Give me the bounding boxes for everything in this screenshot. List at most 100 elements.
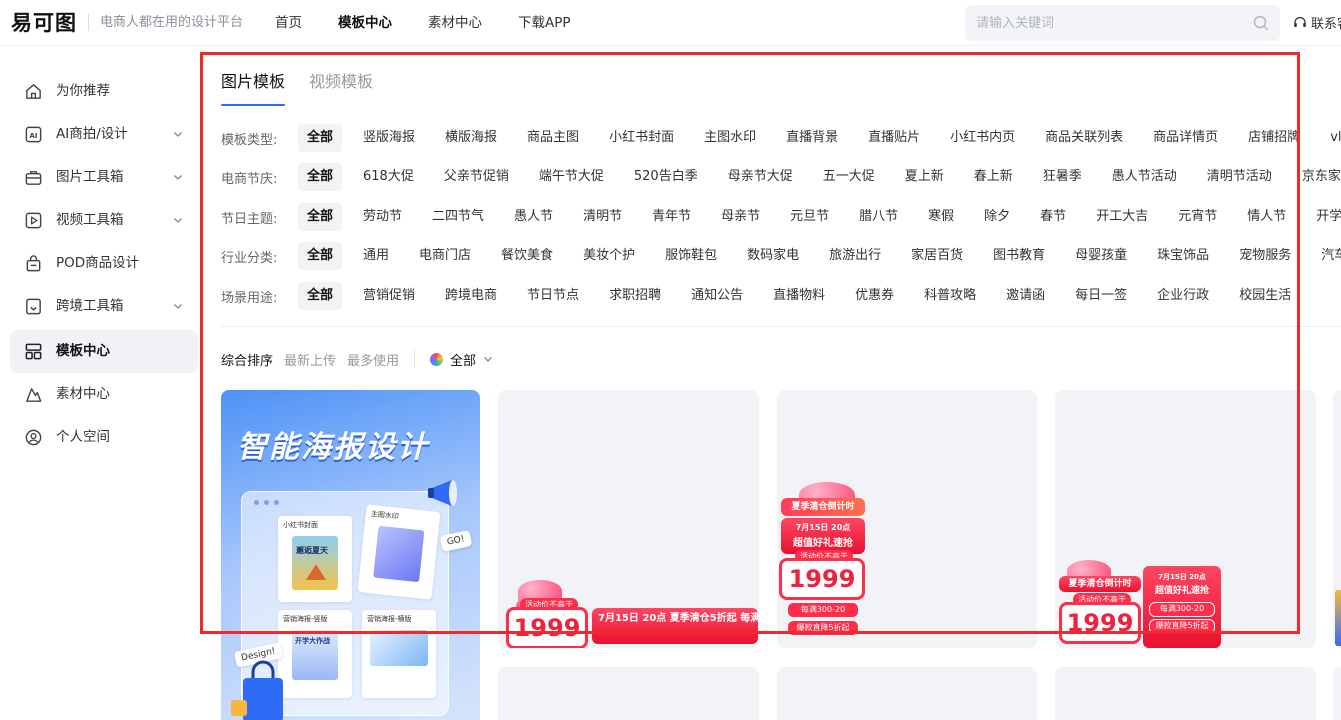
- filter-chip-all[interactable]: 全部: [298, 242, 343, 270]
- sidebar-item-pod-design[interactable]: POD商品设计: [10, 242, 198, 285]
- filter-chip[interactable]: 狂暑季: [1032, 163, 1093, 191]
- filter-chip[interactable]: 愚人节活动: [1101, 163, 1188, 191]
- template-card[interactable]: [1333, 390, 1341, 648]
- filter-chip[interactable]: vlog图片: [1319, 124, 1341, 152]
- filter-chip[interactable]: 通用: [352, 242, 400, 270]
- filter-chip[interactable]: 每日一签: [1064, 282, 1138, 310]
- filter-chip[interactable]: 五一大促: [812, 163, 886, 191]
- filter-chip[interactable]: 父亲节促销: [433, 163, 520, 191]
- template-card-smart-poster[interactable]: 智能海报设计 小红书封面 邂逅夏天 主图水印 营销海报-竖版 开学大作战 营销海…: [221, 390, 480, 720]
- filter-chip[interactable]: 邀请函: [995, 282, 1056, 310]
- contact-service[interactable]: 联系客: [1293, 13, 1341, 32]
- filter-chip[interactable]: 直播贴片: [857, 124, 931, 152]
- filter-chip[interactable]: 优惠券: [844, 282, 905, 310]
- filter-chip[interactable]: 二四节气: [421, 203, 495, 231]
- filter-chip[interactable]: 春上新: [963, 163, 1024, 191]
- filter-chip[interactable]: 通知公告: [680, 282, 754, 310]
- template-card[interactable]: [1055, 667, 1316, 720]
- filter-chip[interactable]: 春节: [1029, 203, 1077, 231]
- template-card[interactable]: [498, 667, 759, 720]
- filter-chip[interactable]: 服饰鞋包: [654, 242, 728, 270]
- filter-chip[interactable]: 愚人节: [503, 203, 564, 231]
- filter-chip[interactable]: 腊八节: [848, 203, 909, 231]
- filter-chip[interactable]: 营销促销: [352, 282, 426, 310]
- template-card[interactable]: [777, 667, 1037, 720]
- filter-chip[interactable]: 元宵节: [1167, 203, 1228, 231]
- filter-chip[interactable]: 跨境电商: [434, 282, 508, 310]
- filter-chip[interactable]: 直播物料: [762, 282, 836, 310]
- template-card[interactable]: 夏季清仓倒计时 活动价不高于 1999 7月15日 20点 超值好礼速抢 每满3…: [1055, 390, 1316, 648]
- filter-chip[interactable]: 科普攻略: [913, 282, 987, 310]
- filter-chip[interactable]: 图书教育: [982, 242, 1056, 270]
- filter-chip[interactable]: 元旦节: [779, 203, 840, 231]
- sidebar-item-recommend[interactable]: 为你推荐: [10, 70, 198, 113]
- filter-chip[interactable]: 校园生活: [1228, 282, 1302, 310]
- filter-chip[interactable]: 主图水印: [693, 124, 767, 152]
- filter-chip[interactable]: 小红书封面: [598, 124, 685, 152]
- filter-chip[interactable]: 母婴孩童: [1064, 242, 1138, 270]
- filter-chip[interactable]: 开学纳新: [1305, 203, 1341, 231]
- filter-chip[interactable]: 美妆个护: [572, 242, 646, 270]
- filter-chip[interactable]: 竖版海报: [352, 124, 426, 152]
- filter-chip[interactable]: 店铺招牌: [1237, 124, 1311, 152]
- filter-chip[interactable]: 企业行政: [1146, 282, 1220, 310]
- nav-template-center[interactable]: 模板中心: [338, 13, 392, 33]
- filter-chip[interactable]: 旅游出行: [818, 242, 892, 270]
- filter-chip[interactable]: 520告白季: [623, 163, 709, 191]
- filter-chip[interactable]: 清明节活动: [1196, 163, 1283, 191]
- search-icon[interactable]: [1253, 15, 1269, 31]
- filter-chip[interactable]: 数码家电: [736, 242, 810, 270]
- sidebar-item-image-toolbox[interactable]: 图片工具箱: [10, 156, 198, 199]
- filter-chip[interactable]: 商品关联列表: [1034, 124, 1134, 152]
- filter-chip[interactable]: 母亲节大促: [717, 163, 804, 191]
- filter-chip[interactable]: 母亲节: [710, 203, 771, 231]
- filter-chip[interactable]: 端午节大促: [528, 163, 615, 191]
- filter-chip[interactable]: 商品主图: [516, 124, 590, 152]
- filter-chip[interactable]: 京东家电家装: [1291, 163, 1341, 191]
- filter-chip-all[interactable]: 全部: [298, 163, 343, 191]
- filter-chip-all[interactable]: 全部: [298, 282, 343, 310]
- filter-chip[interactable]: 宠物服务: [1228, 242, 1302, 270]
- chevron-down-icon[interactable]: [172, 171, 184, 183]
- sort-comprehensive[interactable]: 综合排序: [221, 350, 273, 369]
- filter-chip[interactable]: 劳动节: [352, 203, 413, 231]
- filter-chip[interactable]: 情人节: [1236, 203, 1297, 231]
- filter-chip[interactable]: 商品详情页: [1142, 124, 1229, 152]
- filter-chip[interactable]: 横版海报: [434, 124, 508, 152]
- sidebar-item-personal-space[interactable]: 个人空间: [10, 416, 198, 459]
- sidebar-item-ai-design[interactable]: AI AI商拍/设计: [10, 113, 198, 156]
- filter-chip[interactable]: 清明节: [572, 203, 633, 231]
- sidebar-item-template-center[interactable]: 模板中心: [10, 330, 198, 373]
- filter-chip[interactable]: 618大促: [352, 163, 425, 191]
- tab-image-templates[interactable]: 图片模板: [221, 69, 286, 106]
- chevron-down-icon[interactable]: [482, 353, 494, 365]
- filter-chip[interactable]: 餐饮美食: [490, 242, 564, 270]
- sort-most-used[interactable]: 最多使用: [347, 350, 399, 369]
- template-card[interactable]: 活动价不高于 1999 7月15日 20点 夏季清仓5折起 每满300-20: [498, 390, 759, 648]
- filter-chip[interactable]: 求职招聘: [598, 282, 672, 310]
- filter-chip[interactable]: 家居百货: [900, 242, 974, 270]
- filter-chip[interactable]: 除夕: [973, 203, 1021, 231]
- filter-chip[interactable]: 开工大吉: [1085, 203, 1159, 231]
- sidebar-item-material-center[interactable]: 素材中心: [10, 373, 198, 416]
- nav-download-app[interactable]: 下载APP: [518, 13, 571, 33]
- filter-chip-all[interactable]: 全部: [298, 124, 343, 152]
- nav-home[interactable]: 首页: [275, 13, 302, 33]
- color-filter-value[interactable]: 全部: [450, 350, 476, 369]
- sort-newest[interactable]: 最新上传: [284, 350, 336, 369]
- filter-chip[interactable]: 寒假: [917, 203, 965, 231]
- template-card[interactable]: 夏季清仓倒计时 7月15日 20点 超值好礼速抢 活动价不高于 1999 每满3…: [777, 390, 1037, 648]
- template-card[interactable]: [1333, 667, 1341, 720]
- sidebar-item-crossborder-toolbox[interactable]: 跨境工具箱: [10, 285, 198, 328]
- chevron-down-icon[interactable]: [172, 214, 184, 226]
- filter-chip[interactable]: 夏上新: [894, 163, 955, 191]
- nav-material-center[interactable]: 素材中心: [428, 13, 482, 33]
- tab-video-templates[interactable]: 视频模板: [309, 69, 373, 95]
- chevron-down-icon[interactable]: [172, 128, 184, 140]
- filter-chip[interactable]: 珠宝饰品: [1146, 242, 1220, 270]
- chevron-down-icon[interactable]: [172, 300, 184, 312]
- color-wheel-icon[interactable]: [430, 352, 444, 366]
- filter-chip[interactable]: 电商门店: [408, 242, 482, 270]
- filter-chip[interactable]: 节日节点: [516, 282, 590, 310]
- sidebar-item-video-toolbox[interactable]: 视频工具箱: [10, 199, 198, 242]
